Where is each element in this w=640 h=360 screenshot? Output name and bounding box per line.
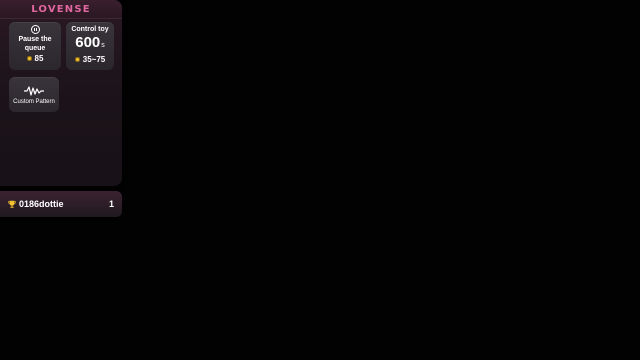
- control-toy-duration-value: 600: [75, 34, 101, 51]
- control-toy-price: 35~75: [66, 55, 114, 64]
- control-toy-button[interactable]: Control toy 600s 35~75: [66, 22, 114, 70]
- pause-queue-label: Pause the queue: [18, 36, 52, 52]
- lovense-logo: LOVENSE: [31, 3, 91, 15]
- video-stage: LOVENSE Pause the queue 85 Control toy 6…: [0, 0, 640, 360]
- control-toy-price-value: 35~75: [82, 55, 106, 64]
- pause-queue-price: 85: [9, 54, 61, 63]
- leaderboard-username: 0186dottie: [19, 199, 64, 209]
- pause-circle-icon: [30, 25, 40, 34]
- control-toy-duration: 600s: [66, 35, 114, 54]
- custom-pattern-label: Custom Pattern: [13, 99, 55, 105]
- trophy-icon: [8, 200, 16, 208]
- custom-pattern-button[interactable]: Custom Pattern: [9, 77, 59, 112]
- coin-icon: [26, 56, 32, 61]
- wave-icon: [24, 86, 44, 96]
- control-toy-duration-unit: s: [101, 42, 105, 49]
- panel-header: LOVENSE: [0, 0, 122, 19]
- coin-icon: [74, 57, 80, 62]
- control-toy-label: Control toy: [71, 26, 109, 33]
- leaderboard-entry[interactable]: 0186dottie 1: [0, 191, 122, 217]
- pause-queue-price-value: 85: [34, 54, 44, 63]
- pause-queue-button[interactable]: Pause the queue 85: [9, 22, 61, 70]
- lovense-panel: LOVENSE Pause the queue 85 Control toy 6…: [0, 0, 122, 186]
- leaderboard-count: 1: [108, 199, 114, 209]
